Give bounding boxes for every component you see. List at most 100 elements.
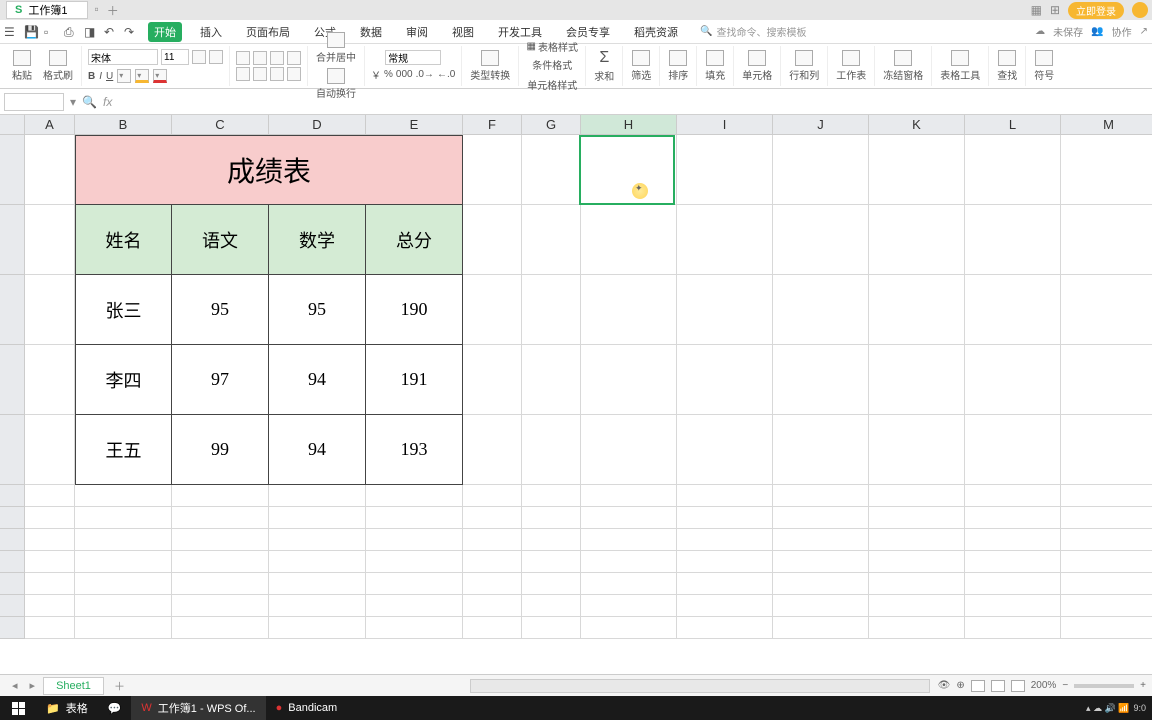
table-cell[interactable]: 193 bbox=[366, 415, 463, 485]
cell[interactable] bbox=[75, 573, 172, 595]
row-header[interactable] bbox=[0, 345, 25, 415]
dec-dec-icon[interactable]: ←.0 bbox=[437, 69, 455, 80]
cell[interactable] bbox=[677, 275, 773, 345]
cell[interactable] bbox=[463, 135, 522, 205]
cell[interactable] bbox=[581, 529, 677, 551]
row-header[interactable] bbox=[0, 573, 25, 595]
cell[interactable] bbox=[869, 507, 965, 529]
table-cell[interactable]: 191 bbox=[366, 345, 463, 415]
cell[interactable] bbox=[366, 551, 463, 573]
eye-icon[interactable]: 👁 bbox=[938, 680, 951, 691]
cell[interactable] bbox=[1061, 551, 1152, 573]
cell[interactable] bbox=[172, 595, 269, 617]
zoom-out-icon[interactable]: − bbox=[1062, 680, 1068, 691]
new-icon[interactable]: ▫ bbox=[44, 25, 58, 39]
cell[interactable] bbox=[1061, 135, 1152, 205]
cell[interactable] bbox=[25, 205, 75, 275]
cell[interactable] bbox=[773, 507, 869, 529]
cell[interactable] bbox=[869, 595, 965, 617]
percent-icon[interactable]: % bbox=[384, 69, 393, 80]
table-cell[interactable]: 99 bbox=[172, 415, 269, 485]
cell[interactable] bbox=[269, 551, 366, 573]
font-size-select[interactable] bbox=[161, 49, 189, 65]
cell[interactable] bbox=[773, 551, 869, 573]
cell[interactable] bbox=[25, 573, 75, 595]
ribbon-tab-2[interactable]: 页面布局 bbox=[240, 22, 296, 42]
col-header-J[interactable]: J bbox=[773, 115, 869, 135]
document-tab[interactable]: S 工作簿1 bbox=[6, 1, 88, 19]
cell[interactable] bbox=[1061, 595, 1152, 617]
horizontal-scrollbar[interactable] bbox=[470, 679, 930, 693]
cell[interactable] bbox=[463, 485, 522, 507]
cell[interactable] bbox=[269, 485, 366, 507]
table-header-cell[interactable]: 姓名 bbox=[75, 205, 172, 275]
grid-icon[interactable]: ▦ bbox=[1031, 3, 1042, 17]
cell[interactable] bbox=[869, 573, 965, 595]
cell[interactable] bbox=[522, 507, 581, 529]
cell[interactable] bbox=[25, 529, 75, 551]
font-dec-icon[interactable] bbox=[209, 50, 223, 64]
cell[interactable] bbox=[366, 573, 463, 595]
cell[interactable] bbox=[773, 275, 869, 345]
cell[interactable] bbox=[463, 617, 522, 639]
share-icon[interactable]: ↗ bbox=[1140, 26, 1148, 37]
spreadsheet-grid[interactable]: ABCDEFGHIJKLM 成绩表 姓名语文数学总分 张三9595190李四97… bbox=[0, 115, 1152, 655]
cell[interactable] bbox=[773, 205, 869, 275]
cell[interactable] bbox=[522, 485, 581, 507]
cell[interactable] bbox=[677, 551, 773, 573]
cell[interactable] bbox=[581, 345, 677, 415]
cell[interactable] bbox=[1061, 573, 1152, 595]
col-header-E[interactable]: E bbox=[366, 115, 463, 135]
name-box[interactable] bbox=[4, 93, 64, 111]
table-cell[interactable]: 190 bbox=[366, 275, 463, 345]
col-header-I[interactable]: I bbox=[677, 115, 773, 135]
italic-button[interactable]: I bbox=[99, 71, 102, 82]
zoom-level[interactable]: 200% bbox=[1031, 680, 1057, 691]
view-normal-icon[interactable] bbox=[971, 680, 985, 692]
cell[interactable] bbox=[965, 595, 1061, 617]
cell[interactable] bbox=[522, 415, 581, 485]
avatar-icon[interactable] bbox=[1132, 2, 1148, 18]
orient-icon[interactable] bbox=[287, 51, 301, 65]
cell[interactable] bbox=[366, 617, 463, 639]
row-header[interactable] bbox=[0, 135, 25, 205]
cell[interactable] bbox=[677, 595, 773, 617]
menu-icon[interactable]: ☰ bbox=[4, 25, 18, 39]
sheet-nav-prev-icon[interactable]: ◂ bbox=[8, 679, 22, 692]
cell[interactable] bbox=[965, 551, 1061, 573]
cloud-icon[interactable]: ☁ bbox=[1035, 26, 1045, 37]
cell[interactable] bbox=[773, 485, 869, 507]
cell[interactable] bbox=[366, 595, 463, 617]
cell[interactable] bbox=[1061, 617, 1152, 639]
table-style-icon[interactable]: ▦ bbox=[527, 41, 536, 52]
cell[interactable] bbox=[677, 135, 773, 205]
cell[interactable] bbox=[75, 551, 172, 573]
col-header-D[interactable]: D bbox=[269, 115, 366, 135]
cell[interactable] bbox=[869, 205, 965, 275]
bold-button[interactable]: B bbox=[88, 71, 95, 82]
cell[interactable] bbox=[75, 595, 172, 617]
cell[interactable] bbox=[172, 551, 269, 573]
cell[interactable] bbox=[677, 507, 773, 529]
symbol-button[interactable]: 符号 bbox=[1030, 48, 1058, 84]
table-cell[interactable]: 王五 bbox=[75, 415, 172, 485]
table-cell[interactable]: 97 bbox=[172, 345, 269, 415]
table-tools-button[interactable]: 表格工具 bbox=[936, 48, 984, 84]
cell[interactable] bbox=[773, 573, 869, 595]
ribbon-tab-1[interactable]: 插入 bbox=[194, 22, 228, 42]
select-all-corner[interactable] bbox=[0, 115, 25, 135]
cell[interactable] bbox=[366, 507, 463, 529]
cell[interactable] bbox=[25, 415, 75, 485]
align-bot-icon[interactable] bbox=[270, 51, 284, 65]
command-search[interactable]: 🔍 查找命令、搜索模板 bbox=[700, 24, 806, 39]
cell[interactable] bbox=[463, 275, 522, 345]
table-cell[interactable]: 94 bbox=[269, 415, 366, 485]
task-folder[interactable]: 📁 表格 bbox=[36, 696, 98, 720]
ribbon-tab-6[interactable]: 视图 bbox=[446, 22, 480, 42]
cell[interactable] bbox=[581, 573, 677, 595]
table-cell[interactable]: 张三 bbox=[75, 275, 172, 345]
cell[interactable] bbox=[75, 507, 172, 529]
sheet-tab-active[interactable]: Sheet1 bbox=[43, 677, 104, 695]
cell[interactable] bbox=[965, 573, 1061, 595]
type-convert-button[interactable]: 类型转换 bbox=[466, 48, 514, 84]
